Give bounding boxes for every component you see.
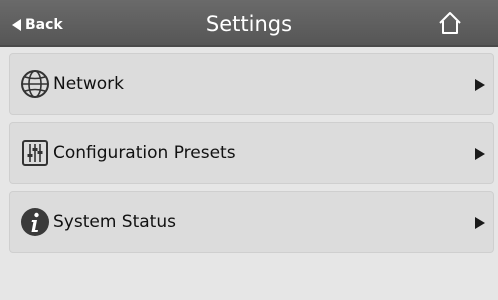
info-icon bbox=[21, 208, 49, 236]
sliders-icon bbox=[22, 140, 48, 166]
settings-menu: Network Configuration Presets System Sta… bbox=[9, 53, 494, 260]
globe-icon bbox=[21, 70, 49, 98]
menu-item-label: System Status bbox=[53, 212, 176, 232]
header-bar: Back Settings bbox=[0, 0, 498, 47]
chevron-right-icon bbox=[475, 148, 485, 160]
chevron-right-icon bbox=[475, 79, 485, 91]
page-title: Settings bbox=[205, 11, 293, 36]
back-arrow-icon bbox=[12, 19, 21, 31]
menu-item-system-status[interactable]: System Status bbox=[9, 191, 494, 253]
chevron-right-icon bbox=[475, 217, 485, 229]
menu-item-label: Configuration Presets bbox=[53, 143, 236, 163]
back-button[interactable]: Back bbox=[12, 14, 63, 36]
menu-item-network[interactable]: Network bbox=[9, 53, 494, 115]
menu-item-label: Network bbox=[53, 74, 124, 94]
menu-item-configuration-presets[interactable]: Configuration Presets bbox=[9, 122, 494, 184]
home-button[interactable] bbox=[436, 10, 464, 36]
home-icon bbox=[439, 12, 461, 34]
back-button-label: Back bbox=[25, 17, 63, 33]
